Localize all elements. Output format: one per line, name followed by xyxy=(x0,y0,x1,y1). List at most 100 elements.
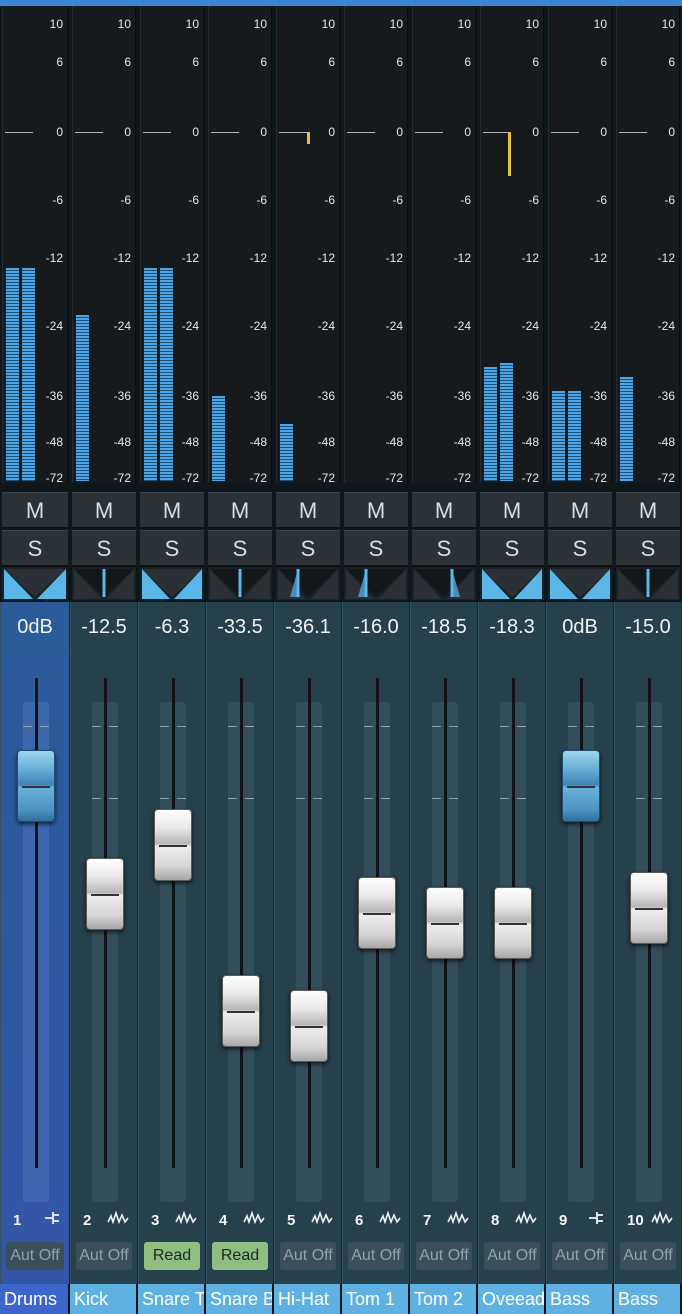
mute-button[interactable]: M xyxy=(412,492,476,528)
solo-button[interactable]: S xyxy=(548,530,612,566)
volume-readout[interactable]: -33.5 xyxy=(207,616,273,639)
fader-handle[interactable] xyxy=(426,887,464,959)
meter-scale-label: 10 xyxy=(185,17,199,31)
meter-scale-label: 0 xyxy=(600,125,607,139)
pan-control[interactable] xyxy=(2,566,68,600)
fader-scale-mark xyxy=(364,726,373,727)
mute-button[interactable]: M xyxy=(72,492,136,528)
pan-control[interactable] xyxy=(276,566,340,600)
solo-button[interactable]: S xyxy=(208,530,272,566)
mute-button[interactable]: M xyxy=(480,492,544,528)
fader-scale-mark xyxy=(296,798,305,799)
automation-mode-button[interactable]: Aut Off xyxy=(484,1242,540,1270)
automation-mode-button[interactable]: Read xyxy=(144,1242,200,1270)
volume-readout[interactable]: -6.3 xyxy=(139,616,205,639)
fader-section: -36.1 5 Aut Off xyxy=(274,602,342,1284)
fader-groove[interactable] xyxy=(239,678,243,1168)
fader-groove[interactable] xyxy=(171,678,175,1168)
fader-handle[interactable] xyxy=(358,877,396,949)
channel-strip: 10 6 0 -6 -12 -24 -36 -48 -72 M S -12.5 2 Aut Off Kick xyxy=(70,0,138,1314)
meter-scale-label: -36 xyxy=(317,389,335,403)
meter-scale-label: -72 xyxy=(317,471,335,485)
solo-button[interactable]: S xyxy=(72,530,136,566)
fader-handle[interactable] xyxy=(17,750,55,822)
mute-button[interactable]: M xyxy=(344,492,408,528)
automation-mode-button[interactable]: Aut Off xyxy=(6,1242,64,1270)
mute-button[interactable]: M xyxy=(208,492,272,528)
fader-scale-mark xyxy=(228,726,237,727)
channel-name-label[interactable]: Snare Top xyxy=(138,1284,206,1314)
pan-control[interactable] xyxy=(480,566,544,600)
fader-scale-mark xyxy=(381,798,390,799)
automation-mode-button[interactable]: Aut Off xyxy=(416,1242,472,1270)
pan-control[interactable] xyxy=(208,566,272,600)
meter-bar xyxy=(212,396,225,481)
fader-handle[interactable] xyxy=(562,750,600,822)
fader-scale-mark xyxy=(313,798,322,799)
automation-mode-button[interactable]: Aut Off xyxy=(76,1242,132,1270)
meter-scale-label: -6 xyxy=(460,193,471,207)
fader-handle[interactable] xyxy=(154,809,192,881)
pan-control[interactable] xyxy=(140,566,204,600)
fader-section: -6.3 3 Read xyxy=(138,602,206,1284)
volume-readout[interactable]: -12.5 xyxy=(71,616,137,639)
meter-scale-label: 10 xyxy=(593,17,607,31)
mute-button[interactable]: M xyxy=(616,492,680,528)
automation-mode-button[interactable]: Read xyxy=(212,1242,268,1270)
fader-section: -15.0 10 Aut Off xyxy=(614,602,682,1284)
channel-name-label[interactable]: Bass xyxy=(614,1284,682,1314)
pan-control[interactable] xyxy=(412,566,476,600)
volume-readout[interactable]: -18.3 xyxy=(479,616,545,639)
automation-mode-button[interactable]: Aut Off xyxy=(348,1242,404,1270)
fader-groove[interactable] xyxy=(307,678,311,1168)
peak-hold-indicator xyxy=(508,132,511,176)
mute-button[interactable]: M xyxy=(140,492,204,528)
mute-button[interactable]: M xyxy=(2,492,68,528)
mute-button[interactable]: M xyxy=(548,492,612,528)
meter-scale-label: -24 xyxy=(113,319,131,333)
automation-mode-button[interactable]: Aut Off xyxy=(552,1242,608,1270)
fader-handle[interactable] xyxy=(630,872,668,944)
volume-readout[interactable]: 0dB xyxy=(547,616,613,639)
solo-button[interactable]: S xyxy=(616,530,680,566)
channel-name-label[interactable]: Kick xyxy=(70,1284,138,1314)
automation-mode-button[interactable]: Aut Off xyxy=(280,1242,336,1270)
volume-readout[interactable]: -16.0 xyxy=(343,616,409,639)
solo-button[interactable]: S xyxy=(344,530,408,566)
fader-handle[interactable] xyxy=(290,990,328,1062)
channel-name-label[interactable]: Snare Bottom xyxy=(206,1284,274,1314)
mute-button[interactable]: M xyxy=(276,492,340,528)
fader-handle[interactable] xyxy=(494,887,532,959)
channel-name-label[interactable]: Tom 2 xyxy=(410,1284,478,1314)
volume-readout[interactable]: -18.5 xyxy=(411,616,477,639)
channel-name-label[interactable]: Bass xyxy=(546,1284,614,1314)
pan-control[interactable] xyxy=(344,566,408,600)
meter-bar xyxy=(160,268,173,481)
channel-strip: 10 6 0 -6 -12 -24 -36 -48 -72 M S -36.1 5 Aut Off Hi-H… xyxy=(274,0,342,1314)
solo-button[interactable]: S xyxy=(480,530,544,566)
solo-button[interactable]: S xyxy=(140,530,204,566)
channel-name-label[interactable]: Tom 1 xyxy=(342,1284,410,1314)
channel-number-row: 8 xyxy=(479,1208,545,1232)
pan-control[interactable] xyxy=(616,566,680,600)
channel-name-label[interactable]: Drums xyxy=(0,1284,70,1314)
meter-bar xyxy=(76,315,89,481)
solo-button[interactable]: S xyxy=(2,530,68,566)
automation-mode-button[interactable]: Aut Off xyxy=(620,1242,676,1270)
pan-control[interactable] xyxy=(548,566,612,600)
solo-button[interactable]: S xyxy=(412,530,476,566)
channel-name-label[interactable]: Hi-Hat xyxy=(274,1284,342,1314)
meter-bar xyxy=(484,367,497,481)
solo-button[interactable]: S xyxy=(276,530,340,566)
meter-scale-label: -48 xyxy=(45,435,63,449)
meter-scale-label: -72 xyxy=(181,471,199,485)
volume-readout[interactable]: -36.1 xyxy=(275,616,341,639)
meter-scale-label: -36 xyxy=(521,389,539,403)
fader-handle[interactable] xyxy=(222,975,260,1047)
pan-control[interactable] xyxy=(72,566,136,600)
level-meter: 10 6 0 -6 -12 -24 -36 -48 -72 xyxy=(276,6,340,485)
volume-readout[interactable]: -15.0 xyxy=(615,616,681,639)
channel-name-label[interactable]: Oveeads xyxy=(478,1284,546,1314)
volume-readout[interactable]: 0dB xyxy=(1,616,69,639)
fader-handle[interactable] xyxy=(86,858,124,930)
